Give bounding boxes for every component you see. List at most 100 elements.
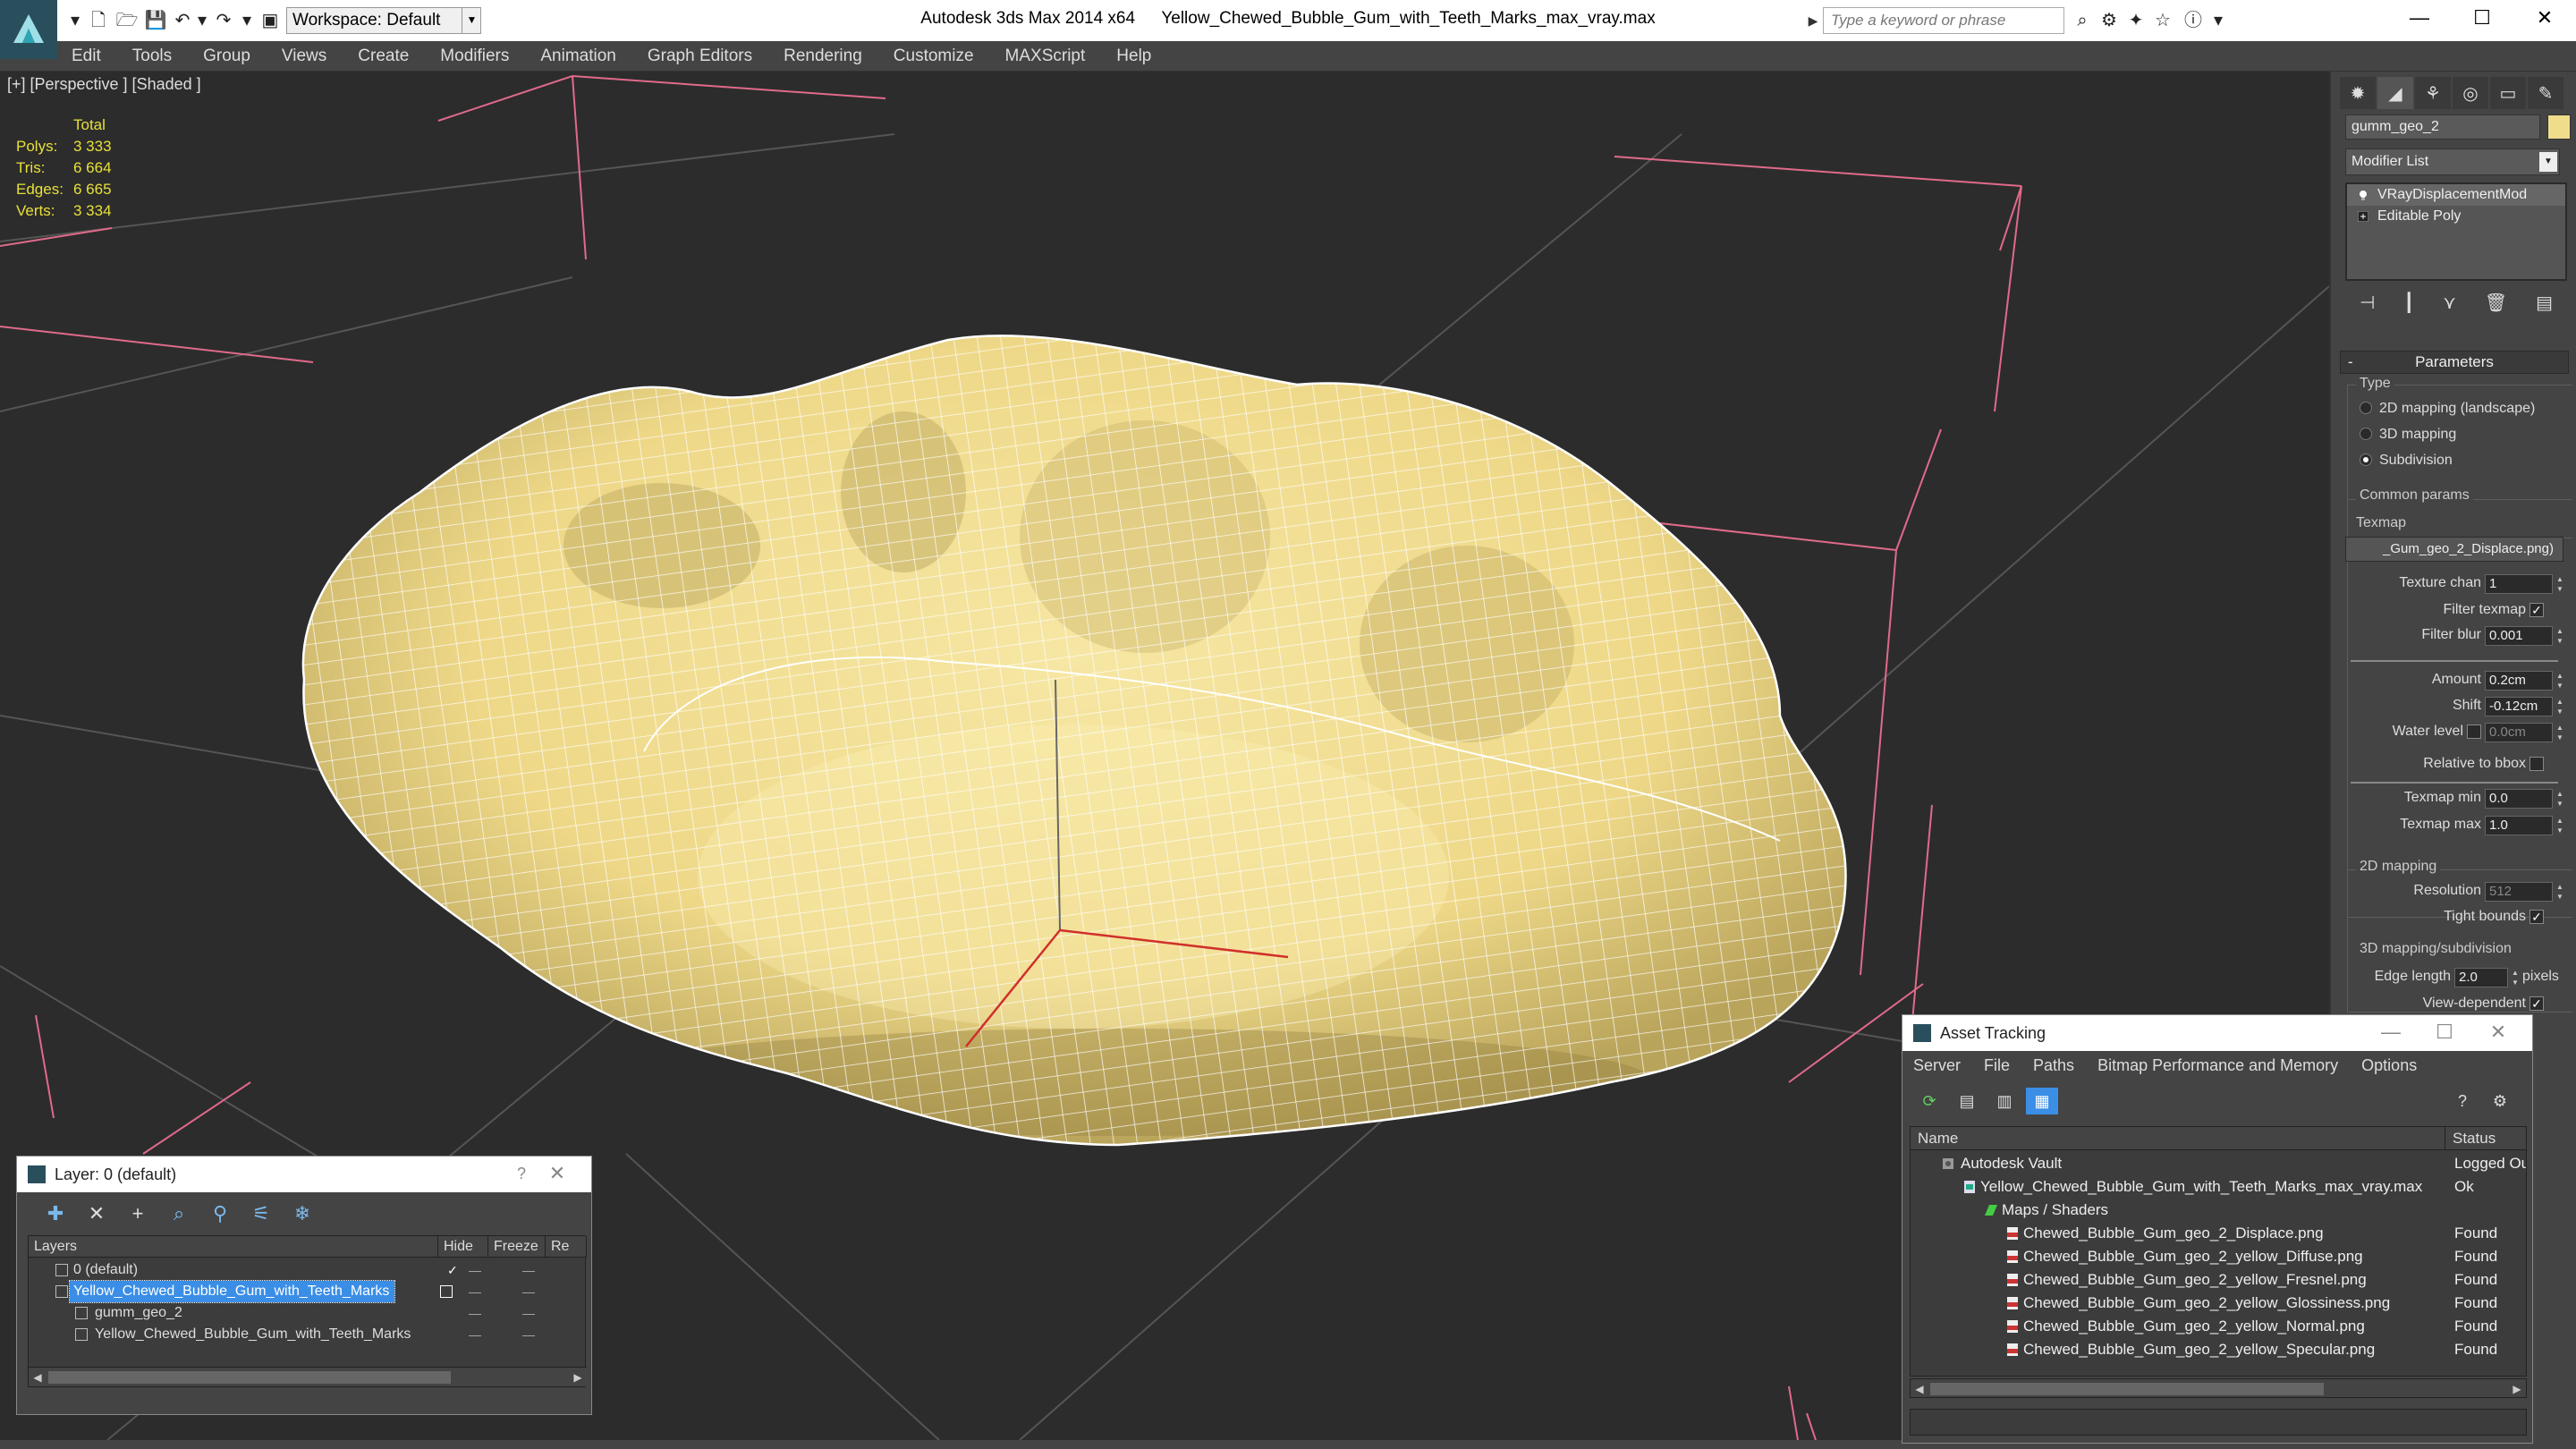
workspace-dropdown-arrow-icon[interactable]: ▼ xyxy=(462,7,481,34)
scroll-left-icon[interactable]: ◀ xyxy=(29,1368,47,1387)
radio-icon[interactable] xyxy=(2360,453,2372,466)
add-to-layer-icon[interactable]: + xyxy=(117,1199,158,1228)
hierarchy-tab-icon[interactable]: ⚘ xyxy=(2415,77,2451,109)
table-view-icon[interactable]: ▦ xyxy=(2026,1088,2058,1114)
create-tab-icon[interactable]: ✹ xyxy=(2340,77,2376,109)
freeze-toggle-icon[interactable]: — xyxy=(522,1302,535,1324)
redo-dropdown-icon[interactable]: ▾ xyxy=(234,9,259,32)
utilities-tab-icon[interactable]: ✎ xyxy=(2528,77,2563,109)
layer-row[interactable]: gumm_geo_2 — — xyxy=(29,1302,587,1324)
viewport-label[interactable]: [+] [Perspective ] [Shaded ] xyxy=(7,75,201,94)
select-objects-icon[interactable]: ⌕ xyxy=(158,1199,199,1228)
asset-menu-server[interactable]: Server xyxy=(1913,1056,1961,1075)
spinner-icon[interactable]: ▲ ▼ xyxy=(2555,723,2565,742)
spinner-icon[interactable]: ▲ ▼ xyxy=(2555,697,2565,716)
asset-row[interactable]: Autodesk Vault Logged Ou xyxy=(1911,1152,2526,1175)
menu-rendering[interactable]: Rendering xyxy=(784,47,862,66)
asset-maximize-button[interactable]: ☐ xyxy=(2427,1015,2462,1051)
asset-row[interactable]: Yellow_Chewed_Bubble_Gum_with_Teeth_Mark… xyxy=(1911,1175,2526,1199)
hide-all-icon[interactable]: ⚟ xyxy=(241,1199,282,1228)
texmap-button[interactable]: _Gum_geo_2_Displace.png) xyxy=(2345,537,2563,562)
layer-row[interactable]: Yellow_Chewed_Bubble_Gum_with_Teeth_Mark… xyxy=(29,1324,587,1345)
minimize-button[interactable]: — xyxy=(2388,0,2451,38)
menu-tools[interactable]: Tools xyxy=(132,47,172,66)
scroll-right-icon[interactable]: ▶ xyxy=(569,1368,587,1387)
highlight-layer-icon[interactable]: ⚲ xyxy=(199,1199,241,1228)
delete-layer-icon[interactable]: ✕ xyxy=(76,1199,117,1228)
asset-row[interactable]: Maps / Shaders xyxy=(1911,1199,2526,1222)
refresh-icon[interactable]: ⟳ xyxy=(1913,1088,1945,1114)
hide-toggle-icon[interactable]: — xyxy=(469,1302,481,1324)
maximize-button[interactable]: ☐ xyxy=(2451,0,2513,38)
configure-modifier-sets-icon[interactable]: ▤ xyxy=(2536,292,2553,314)
menu-group[interactable]: Group xyxy=(203,47,250,66)
menu-edit[interactable]: Edit xyxy=(72,47,101,66)
scroll-right-icon[interactable]: ▶ xyxy=(2508,1379,2526,1399)
search-input[interactable]: Type a keyword or phrase xyxy=(1823,7,2064,34)
column-header[interactable]: Freeze xyxy=(488,1236,546,1258)
binoculars-icon[interactable]: ⌕ xyxy=(2070,9,2095,32)
asset-dialog-titlebar[interactable]: Asset Tracking — ☐ ✕ xyxy=(1902,1015,2532,1051)
asset-row[interactable]: Chewed_Bubble_Gum_geo_2_yellow_Glossines… xyxy=(1911,1292,2526,1315)
close-button[interactable]: ✕ xyxy=(2513,0,2576,38)
asset-menu-paths[interactable]: Paths xyxy=(2033,1056,2074,1075)
modifier-list-dropdown[interactable]: Modifier List ▼ xyxy=(2345,148,2560,175)
motion-tab-icon[interactable]: ◎ xyxy=(2453,77,2488,109)
column-header[interactable]: Name xyxy=(1911,1127,2445,1150)
layer-horizontal-scrollbar[interactable]: ◀ ▶ xyxy=(29,1367,587,1386)
menu-animation[interactable]: Animation xyxy=(540,47,616,66)
asset-close-button[interactable]: ✕ xyxy=(2480,1015,2516,1051)
detail-view-icon[interactable]: ▥ xyxy=(1988,1088,2021,1114)
current-layer-check-icon[interactable]: ✓ xyxy=(447,1259,458,1281)
asset-row[interactable]: Chewed_Bubble_Gum_geo_2_yellow_Specular.… xyxy=(1911,1338,2526,1361)
spinner-icon[interactable]: ▲ ▼ xyxy=(2555,789,2565,809)
water-level-checkbox[interactable] xyxy=(2467,724,2481,739)
hide-toggle-icon[interactable]: — xyxy=(469,1324,481,1345)
redo-icon[interactable]: ↷ xyxy=(211,9,236,32)
column-header[interactable]: Status xyxy=(2445,1127,2526,1150)
quick-access-arrow-icon[interactable]: ▾ xyxy=(63,9,88,32)
save-file-icon[interactable]: 💾 xyxy=(143,9,168,32)
layer-dialog-titlebar[interactable]: Layer: 0 (default) ? ✕ xyxy=(17,1157,591,1192)
project-folder-icon[interactable]: ▣ xyxy=(258,9,283,32)
dropdown-arrow-icon[interactable]: ▼ xyxy=(2539,152,2557,172)
resolution-input[interactable]: 512 xyxy=(2485,882,2553,902)
asset-menu-bitmap[interactable]: Bitmap Performance and Memory xyxy=(2097,1056,2338,1075)
freeze-toggle-icon[interactable]: — xyxy=(522,1324,535,1345)
tight-bounds-checkbox[interactable]: ✓ xyxy=(2529,910,2544,924)
asset-row[interactable]: Chewed_Bubble_Gum_geo_2_yellow_Diffuse.p… xyxy=(1911,1245,2526,1268)
freeze-toggle-icon[interactable]: — xyxy=(522,1259,535,1281)
menu-modifiers[interactable]: Modifiers xyxy=(440,47,509,66)
column-header[interactable]: Hide xyxy=(438,1236,488,1258)
filter-texmap-checkbox[interactable]: ✓ xyxy=(2529,603,2544,617)
layer-name[interactable]: Yellow_Chewed_Bubble_Gum_with_Teeth_Mark… xyxy=(95,1324,411,1345)
filter-blur-input[interactable]: 0.001 xyxy=(2485,626,2553,646)
subscription-icon[interactable]: ⚙ xyxy=(2097,9,2122,32)
menu-create[interactable]: Create xyxy=(358,47,409,66)
freeze-all-icon[interactable]: ❄ xyxy=(282,1199,323,1228)
view-dependent-checkbox[interactable]: ✓ xyxy=(2529,996,2544,1011)
search-expand-icon[interactable]: ▶ xyxy=(1805,7,1821,34)
new-layer-icon[interactable]: ✚ xyxy=(35,1199,76,1228)
layer-dialog-help-button[interactable]: ? xyxy=(504,1157,539,1192)
layer-name[interactable]: gumm_geo_2 xyxy=(95,1302,182,1324)
make-unique-icon[interactable]: ⋎ xyxy=(2443,292,2456,314)
asset-help-icon[interactable]: ? xyxy=(2446,1088,2479,1114)
make-current-checkbox[interactable] xyxy=(440,1285,453,1298)
vault-settings-icon[interactable]: ⚙ xyxy=(2484,1088,2516,1114)
menu-views[interactable]: Views xyxy=(282,47,326,66)
layer-dialog-close-button[interactable]: ✕ xyxy=(539,1157,575,1192)
freeze-toggle-icon[interactable]: — xyxy=(522,1281,535,1302)
texture-channel-input[interactable]: 1 xyxy=(2485,574,2553,594)
display-tab-icon[interactable]: ▭ xyxy=(2490,77,2526,109)
spinner-icon[interactable]: ▲ ▼ xyxy=(2510,968,2521,987)
stack-item-editable-poly[interactable]: Editable Poly xyxy=(2347,206,2565,227)
pin-stack-icon[interactable]: ⊣ xyxy=(2360,292,2375,314)
texmap-min-input[interactable]: 0.0 xyxy=(2485,789,2553,809)
menu-customize[interactable]: Customize xyxy=(894,47,974,66)
layer-name[interactable]: 0 (default) xyxy=(73,1259,138,1281)
amount-input[interactable]: 0.2cm xyxy=(2485,671,2553,691)
shift-input[interactable]: -0.12cm xyxy=(2485,697,2553,716)
open-file-icon[interactable]: 🗁 xyxy=(114,9,140,32)
expand-plus-icon[interactable] xyxy=(2358,211,2368,222)
